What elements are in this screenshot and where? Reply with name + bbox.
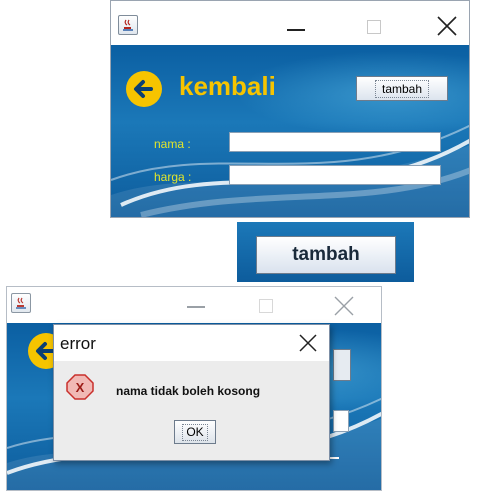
background-waves (111, 124, 469, 217)
dialog-title: error (60, 334, 96, 353)
close-icon[interactable] (333, 295, 355, 317)
main-window: kembali tambah nama : harga : (110, 0, 470, 218)
dialog-title-bar: error (54, 325, 329, 361)
back-arrow-icon[interactable] (125, 70, 163, 108)
nama-input[interactable] (229, 132, 441, 152)
add-button-partial[interactable] (333, 349, 351, 381)
nama-label: nama : (154, 137, 191, 151)
minimize-icon[interactable] (287, 29, 305, 31)
maximize-icon[interactable] (259, 299, 273, 313)
add-button[interactable]: tambah (356, 76, 448, 101)
back-label[interactable]: kembali (179, 71, 276, 102)
ok-button[interactable]: OK (174, 420, 216, 444)
harga-label: harga : (154, 170, 192, 184)
error-icon: X (66, 374, 94, 400)
tambah-button-zoomed[interactable]: tambah (256, 236, 396, 274)
nama-input-partial[interactable] (333, 410, 349, 432)
dialog-close-icon[interactable] (299, 334, 317, 352)
title-bar (7, 287, 381, 323)
svg-text:X: X (76, 380, 85, 395)
content-panel: kembali tambah nama : harga : (111, 45, 469, 217)
java-icon (118, 15, 138, 35)
error-dialog: error X nama tidak boleh kosong OK (53, 324, 330, 461)
zoomed-button-panel: tambah (237, 222, 414, 282)
harga-input[interactable] (229, 165, 441, 185)
error-message: nama tidak boleh kosong (116, 384, 261, 398)
maximize-icon[interactable] (367, 20, 381, 34)
add-button-label: tambah (374, 79, 430, 98)
ok-button-label: OK (182, 423, 208, 441)
java-icon (11, 293, 31, 313)
minimize-icon[interactable] (187, 306, 205, 308)
close-icon[interactable] (436, 15, 458, 37)
title-bar (111, 1, 469, 45)
